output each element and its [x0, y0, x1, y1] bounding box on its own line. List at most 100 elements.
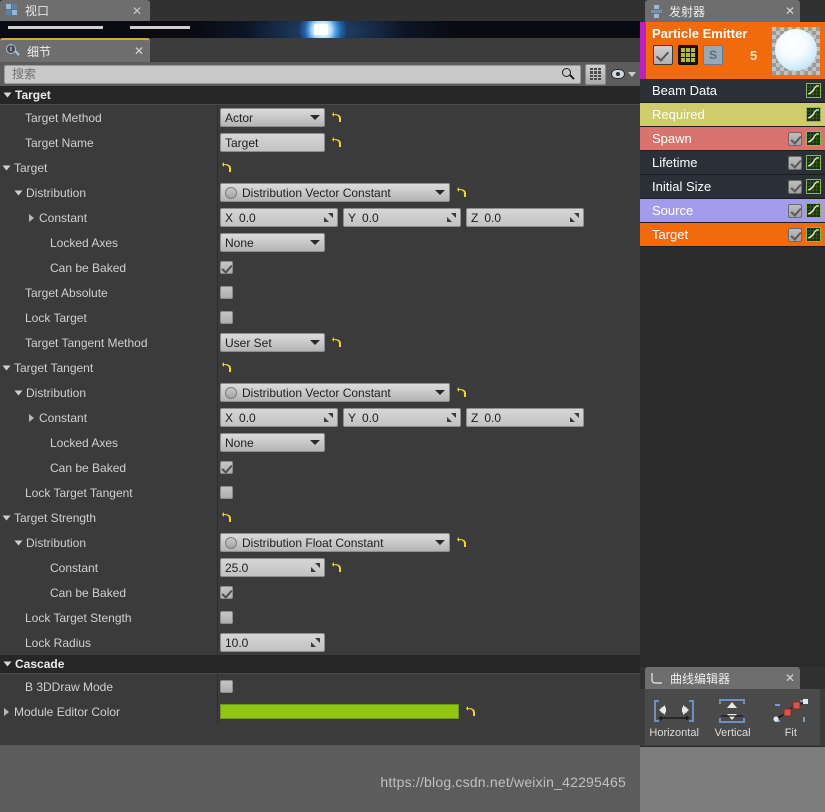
- revert-to-default-icon[interactable]: [455, 386, 468, 399]
- visibility-eye-icon[interactable]: [611, 69, 636, 79]
- search-box[interactable]: [4, 64, 581, 84]
- expand-arrow-icon[interactable]: [2, 515, 11, 520]
- revert-to-default-icon[interactable]: [455, 536, 468, 549]
- dropdown-target-method[interactable]: Actor: [220, 108, 325, 127]
- vector-field-z[interactable]: Z 0.0: [466, 208, 584, 227]
- emitter-module-row[interactable]: Source: [640, 199, 825, 223]
- emitter-header[interactable]: Particle Emitter S 5: [640, 22, 825, 79]
- emitter-module-row[interactable]: Required: [640, 103, 825, 127]
- revert-to-default-icon[interactable]: [330, 136, 343, 149]
- fit-horizontal-button[interactable]: Horizontal: [647, 696, 702, 739]
- number-field-constant[interactable]: 25.0: [220, 558, 325, 577]
- tab-emitter[interactable]: 发射器 ✕: [645, 0, 800, 22]
- fit-vertical-button[interactable]: Vertical: [705, 696, 760, 739]
- color-swatch-module-editor-color[interactable]: [220, 704, 459, 719]
- revert-to-default-icon[interactable]: [464, 705, 477, 718]
- module-curve-icon[interactable]: [806, 155, 821, 170]
- expand-arrow-icon[interactable]: [2, 365, 11, 370]
- emitter-module-row[interactable]: Initial Size: [640, 175, 825, 199]
- dropdown-distribution[interactable]: Distribution Float Constant: [220, 533, 450, 552]
- close-icon[interactable]: ✕: [130, 5, 144, 17]
- revert-to-default-icon[interactable]: [220, 361, 233, 374]
- module-enabled-checkbox[interactable]: [788, 131, 802, 146]
- checkbox-lock-target-stength[interactable]: [220, 611, 233, 624]
- checkbox-b-3ddraw-mode[interactable]: [220, 680, 233, 693]
- module-enabled-checkbox[interactable]: [788, 227, 802, 242]
- revert-to-default-icon[interactable]: [220, 161, 233, 174]
- revert-to-default-icon[interactable]: [330, 336, 343, 349]
- search-toolbar: [0, 62, 640, 86]
- vector-field-x[interactable]: X 0.0: [220, 408, 338, 427]
- expand-arrow-icon[interactable]: [14, 190, 23, 195]
- dropdown-locked-axes[interactable]: None: [220, 233, 325, 252]
- spinner-arrows-icon[interactable]: [311, 638, 320, 647]
- module-enabled-checkbox[interactable]: [788, 203, 802, 218]
- category-header-target[interactable]: Target: [0, 86, 640, 105]
- vector-field-y[interactable]: Y 0.0: [343, 208, 461, 227]
- spinner-arrows-icon[interactable]: [570, 213, 579, 222]
- tab-curve-editor[interactable]: 曲线编辑器 ✕: [645, 667, 800, 689]
- curve-editor-canvas[interactable]: [640, 746, 825, 812]
- module-enabled-checkbox[interactable]: [788, 179, 802, 194]
- spinner-arrows-icon[interactable]: [570, 413, 579, 422]
- spinner-arrows-icon[interactable]: [324, 413, 333, 422]
- tab-details[interactable]: i 细节 ✕: [0, 38, 150, 62]
- dropdown-distribution[interactable]: Distribution Vector Constant: [220, 183, 450, 202]
- spinner-arrows-icon[interactable]: [447, 413, 456, 422]
- module-curve-icon[interactable]: [806, 107, 821, 122]
- checkbox-can-be-baked[interactable]: [220, 586, 233, 599]
- expand-arrow-icon[interactable]: [14, 540, 23, 545]
- revert-to-default-icon[interactable]: [330, 111, 343, 124]
- emitter-solo-button[interactable]: S: [703, 45, 723, 65]
- close-icon[interactable]: ✕: [134, 44, 144, 58]
- spinner-arrows-icon[interactable]: [447, 213, 456, 222]
- chevron-down-icon: [310, 240, 320, 245]
- checkbox-can-be-baked[interactable]: [220, 461, 233, 474]
- number-field-lock-radius[interactable]: 10.0: [220, 633, 325, 652]
- expand-arrow-icon: [3, 661, 12, 667]
- text-field-target-name[interactable]: Target: [220, 133, 325, 152]
- collapse-arrow-icon[interactable]: [29, 213, 34, 222]
- details-empty-footer: https://blog.csdn.net/weixin_42295465: [0, 745, 640, 812]
- expand-arrow-icon[interactable]: [14, 390, 23, 395]
- emitter-enabled-checkbox[interactable]: [653, 45, 673, 65]
- emitter-module-row[interactable]: Spawn: [640, 127, 825, 151]
- vector-field-y[interactable]: Y 0.0: [343, 408, 461, 427]
- dropdown-distribution[interactable]: Distribution Vector Constant: [220, 383, 450, 402]
- checkbox-lock-target[interactable]: [220, 311, 233, 324]
- fit-all-button[interactable]: Fit: [763, 696, 818, 739]
- viewport-preview[interactable]: [0, 21, 640, 38]
- module-curve-icon[interactable]: [806, 179, 821, 194]
- checkbox-lock-target-tangent[interactable]: [220, 486, 233, 499]
- dropdown-locked-axes[interactable]: None: [220, 433, 325, 452]
- spinner-arrows-icon[interactable]: [324, 213, 333, 222]
- property-label: Target Name: [25, 135, 94, 150]
- vector-field-x[interactable]: X 0.0: [220, 208, 338, 227]
- checkbox-target-absolute[interactable]: [220, 286, 233, 299]
- module-curve-icon[interactable]: [806, 227, 821, 242]
- vector-field-z[interactable]: Z 0.0: [466, 408, 584, 427]
- module-curve-icon[interactable]: [806, 203, 821, 218]
- tab-viewport[interactable]: 视口 ✕: [0, 0, 150, 21]
- module-curve-icon[interactable]: [806, 131, 821, 146]
- collapse-arrow-icon[interactable]: [29, 413, 34, 422]
- spinner-arrows-icon[interactable]: [311, 563, 320, 572]
- module-enabled-checkbox[interactable]: [788, 155, 802, 170]
- search-input[interactable]: [10, 66, 562, 82]
- detail-mode-icon[interactable]: [678, 45, 698, 65]
- checkbox-can-be-baked[interactable]: [220, 261, 233, 274]
- emitter-module-row[interactable]: Target: [640, 223, 825, 247]
- dropdown-target-tangent-method[interactable]: User Set: [220, 333, 325, 352]
- close-icon[interactable]: ✕: [785, 4, 795, 18]
- revert-to-default-icon[interactable]: [455, 186, 468, 199]
- expand-arrow-icon[interactable]: [2, 165, 11, 170]
- module-curve-icon[interactable]: [806, 83, 821, 98]
- collapse-arrow-icon[interactable]: [4, 707, 9, 716]
- revert-to-default-icon[interactable]: [220, 511, 233, 524]
- revert-to-default-icon[interactable]: [330, 561, 343, 574]
- emitter-module-row[interactable]: Beam Data: [640, 79, 825, 103]
- close-icon[interactable]: ✕: [785, 671, 795, 685]
- grid-view-icon[interactable]: [585, 63, 606, 85]
- emitter-module-row[interactable]: Lifetime: [640, 151, 825, 175]
- category-header-cascade[interactable]: Cascade: [0, 655, 640, 674]
